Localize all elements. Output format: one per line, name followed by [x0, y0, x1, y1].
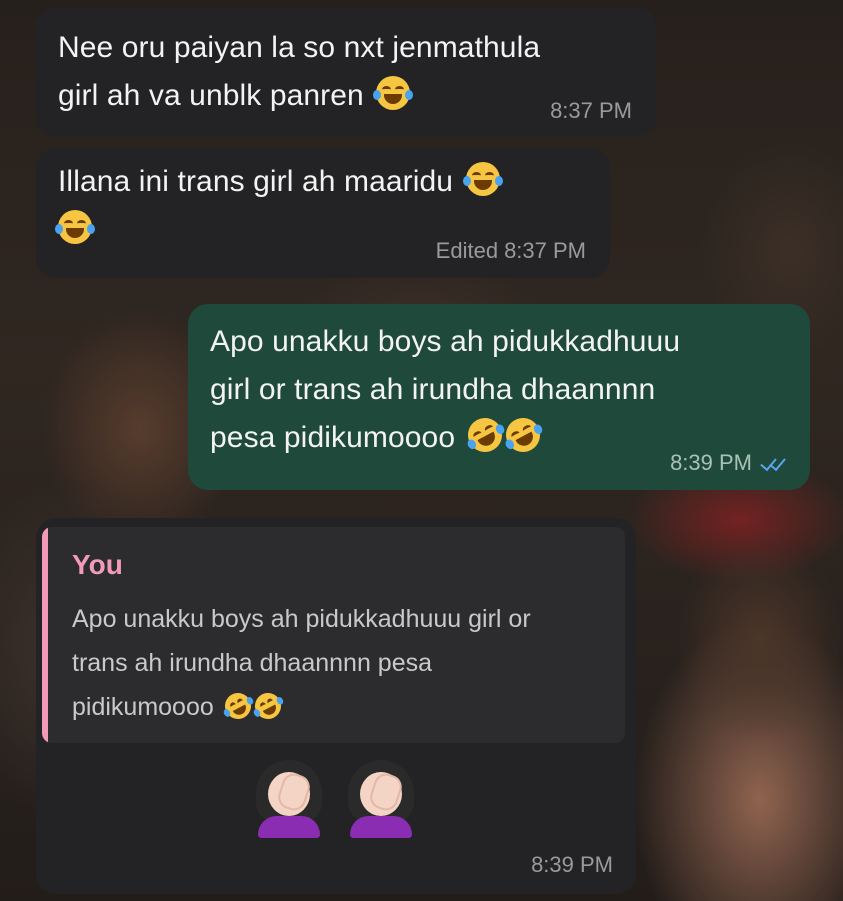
woman-facepalming-icon — [252, 760, 326, 838]
read-double-tick-icon — [758, 453, 790, 472]
face-with-tears-of-joy-icon — [55, 210, 95, 244]
message-line: girl ah va unblk panren — [58, 79, 364, 112]
reply-line: Apo unakku boys ah pidukkadhuuu girl or — [72, 605, 531, 633]
message-line: pesa pidikumoooo — [210, 421, 456, 454]
message-text: Illana ini trans girl ah maaridu — [55, 158, 503, 254]
rolling-on-floor-laughing-icon — [250, 688, 286, 724]
message-meta: Edited 8:37 PM — [436, 238, 586, 264]
message-line: Illana ini trans girl ah maaridu — [58, 165, 454, 198]
edited-label: Edited — [435, 238, 499, 263]
message-meta: 8:39 PM — [531, 852, 613, 878]
message-time: 8:39 PM — [531, 852, 613, 877]
reply-quote[interactable]: You Apo unakku boys ah pidukkadhuuu girl… — [42, 527, 625, 743]
message-bubble-incoming[interactable]: Illana ini trans girl ah maaridu Edited … — [36, 148, 610, 278]
reply-author: You — [72, 549, 123, 580]
message-bubble-incoming[interactable]: Nee oru paiyan la so nxt jenmathula girl… — [36, 8, 656, 136]
message-time: 8:39 PM — [670, 450, 752, 475]
message-line: Nee oru paiyan la so nxt jenmathula — [58, 31, 541, 64]
message-line: Apo unakku boys ah pidukkadhuuu — [210, 325, 681, 358]
face-with-tears-of-joy-icon — [373, 76, 414, 110]
rolling-on-floor-laughing-icon — [220, 688, 256, 724]
message-line: girl or trans ah irundha dhaannnn — [210, 373, 656, 406]
message-meta: 8:39 PM — [670, 450, 790, 476]
message-meta: 8:37 PM — [550, 98, 632, 124]
face-with-tears-of-joy-icon — [462, 162, 503, 196]
reply-accent-bar — [42, 527, 48, 743]
message-text: Apo unakku boys ah pidukkadhuuu girl or … — [210, 318, 680, 462]
reply-text: Apo unakku boys ah pidukkadhuuu girl or … — [72, 597, 607, 729]
message-time: 8:37 PM — [504, 238, 586, 263]
woman-facepalming-icon — [344, 760, 418, 838]
message-bubble-outgoing[interactable]: Apo unakku boys ah pidukkadhuuu girl or … — [188, 304, 810, 490]
message-text: Nee oru paiyan la so nxt jenmathula girl… — [58, 24, 540, 120]
rolling-on-floor-laughing-icon — [499, 412, 546, 458]
reply-line: trans ah irundha dhaannnn pesa — [72, 649, 433, 677]
rolling-on-floor-laughing-icon — [461, 412, 508, 458]
reply-line: pidikumoooo — [72, 693, 214, 721]
message-time: 8:37 PM — [550, 98, 632, 123]
